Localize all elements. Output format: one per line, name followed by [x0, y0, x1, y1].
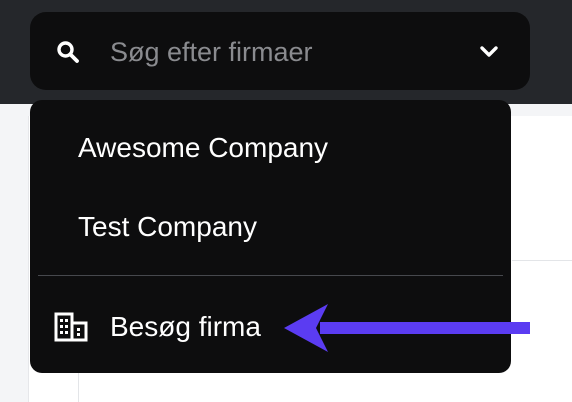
visit-company-button[interactable]: Besøg firma — [54, 306, 294, 350]
annotation-arrow-icon — [284, 304, 530, 352]
dropdown-divider — [38, 275, 503, 276]
search-icon — [57, 41, 79, 63]
content-divider — [512, 260, 572, 261]
chevron-down-icon[interactable] — [478, 44, 500, 60]
company-option-test-company[interactable]: Test Company — [78, 209, 257, 245]
company-option-awesome-company[interactable]: Awesome Company — [78, 130, 328, 166]
company-search-input[interactable] — [110, 30, 450, 74]
content-border — [78, 370, 79, 402]
building-icon — [54, 312, 88, 342]
visit-company-label: Besøg firma — [110, 311, 261, 342]
